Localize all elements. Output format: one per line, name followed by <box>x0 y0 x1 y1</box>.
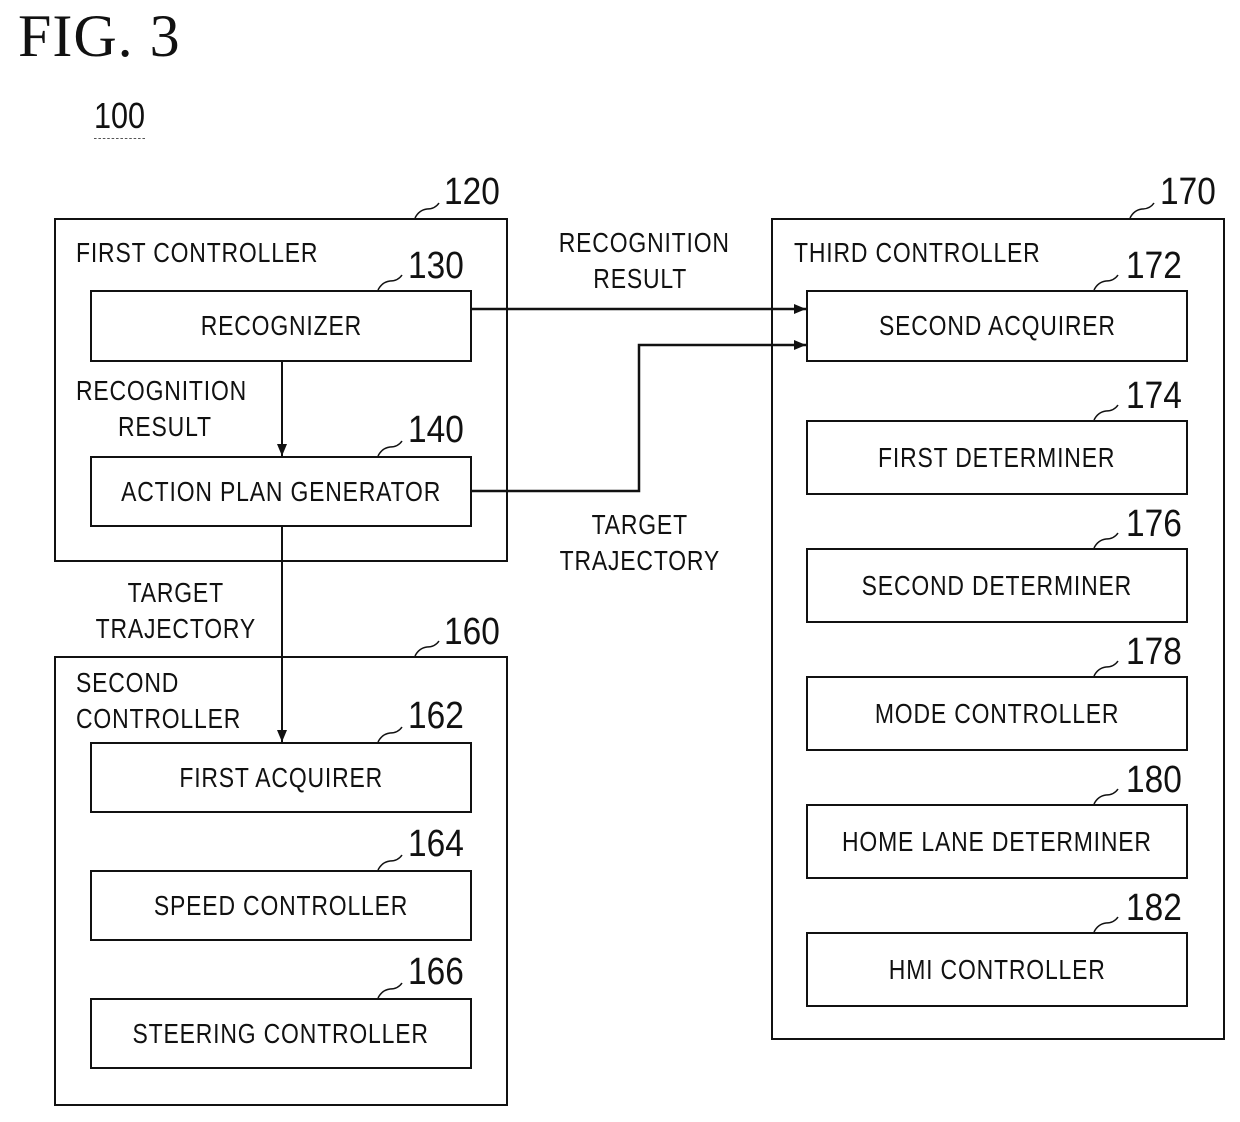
first-controller-title: FIRST CONTROLLER <box>76 237 319 268</box>
ref-160: 160 <box>444 611 500 653</box>
hmi-controller-block: HMI CONTROLLER <box>806 932 1188 1007</box>
recognizer-block: RECOGNIZER <box>90 290 472 362</box>
target-trajectory-right-label-line2: TRAJECTORY <box>559 545 721 576</box>
first-acquirer-block: FIRST ACQUIRER <box>90 742 472 813</box>
recognition-result-label-internal-line2: RESULT <box>118 411 212 442</box>
ref-182: 182 <box>1126 887 1182 929</box>
target-trajectory-down-label-line1: TARGET <box>127 577 225 608</box>
ref-162: 162 <box>408 695 464 737</box>
third-controller-title: THIRD CONTROLLER <box>794 237 1041 268</box>
second-acquirer-block: SECOND ACQUIRER <box>806 290 1188 362</box>
ref-178: 178 <box>1126 631 1182 673</box>
steering-controller-block: STEERING CONTROLLER <box>90 998 472 1069</box>
mode-controller-block: MODE CONTROLLER <box>806 676 1188 751</box>
recognition-result-label-line1: RECOGNITION <box>558 227 730 258</box>
first-determiner-block: FIRST DETERMINER <box>806 420 1188 495</box>
leader-160 <box>414 640 440 657</box>
leader-170 <box>1129 202 1155 219</box>
leader-120 <box>414 202 440 219</box>
ref-130: 130 <box>408 245 464 287</box>
ref-174: 174 <box>1126 375 1182 417</box>
ref-170: 170 <box>1160 171 1216 213</box>
arrow-target-trajectory-right <box>472 340 806 493</box>
second-determiner-block: SECOND DETERMINER <box>806 548 1188 623</box>
target-trajectory-down-label-line2: TRAJECTORY <box>95 613 257 644</box>
ref-140: 140 <box>408 409 464 451</box>
ref-120: 120 <box>444 171 500 213</box>
home-lane-determiner-block: HOME LANE DETERMINER <box>806 804 1188 879</box>
ref-176: 176 <box>1126 503 1182 545</box>
ref-180: 180 <box>1126 759 1182 801</box>
recognition-result-label-internal-line1: RECOGNITION <box>76 375 248 406</box>
ref-166: 166 <box>408 951 464 993</box>
action-plan-generator-block: ACTION PLAN GENERATOR <box>90 456 472 527</box>
second-controller-title-line1: SECOND <box>76 667 180 698</box>
speed-controller-block: SPEED CONTROLLER <box>90 870 472 941</box>
ref-172: 172 <box>1126 245 1182 287</box>
second-controller-title-line2: CONTROLLER <box>76 703 242 734</box>
recognition-result-label-line2: RESULT <box>593 263 687 294</box>
ref-164: 164 <box>408 823 464 865</box>
target-trajectory-right-label-line1: TARGET <box>591 509 689 540</box>
